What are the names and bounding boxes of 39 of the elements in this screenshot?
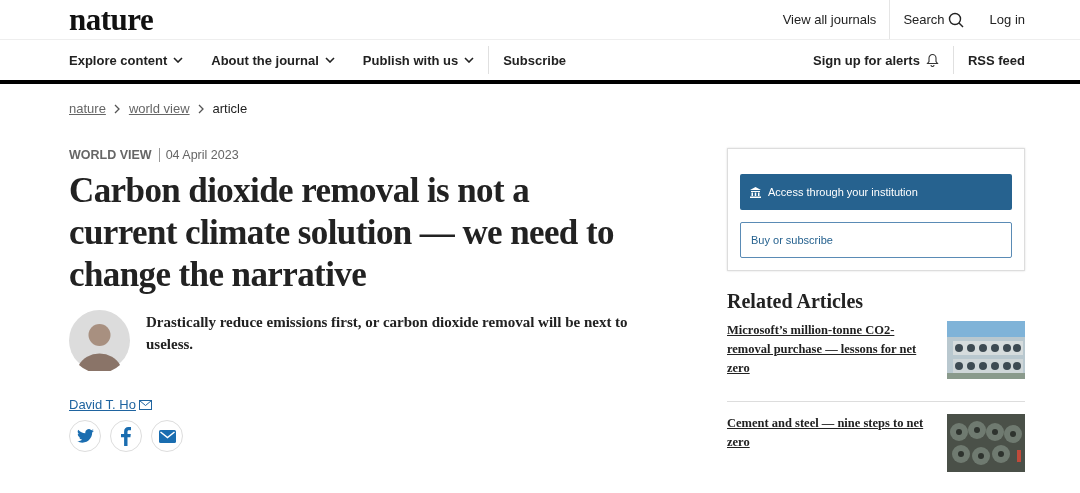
nature-logo[interactable]: nature: [69, 4, 154, 35]
nav-menu[interactable]: Publish with us: [348, 46, 489, 74]
facebook-icon: [121, 426, 131, 446]
header-link[interactable]: View all journals: [769, 0, 890, 39]
breadcrumb-link[interactable]: nature: [69, 101, 106, 116]
nav-link[interactable]: Subscribe: [489, 46, 581, 74]
chevron-down-icon: [324, 57, 335, 63]
share-button[interactable]: [151, 420, 183, 452]
nav-menu[interactable]: About the journal: [197, 46, 349, 74]
author-avatar: [69, 310, 130, 371]
share-button[interactable]: [110, 420, 142, 452]
share-button[interactable]: [69, 420, 101, 452]
header-link[interactable]: Log in: [976, 0, 1025, 39]
related-heading: Related Articles: [727, 290, 865, 313]
institution-icon: [750, 186, 761, 198]
article-standfirst: Drastically reduce emissions first, or carbon dioxide removal will be next to useless.: [146, 313, 629, 354]
search-icon: [947, 11, 964, 28]
article-date: 04 April 2023: [164, 148, 239, 162]
chevron-down-icon: [464, 57, 475, 63]
envelope-icon: [158, 429, 176, 443]
buy-subscribe-button[interactable]: Buy or subscribe: [740, 222, 1012, 258]
envelope-icon[interactable]: [138, 399, 152, 410]
search-link[interactable]: Search: [890, 0, 977, 39]
alerts-link[interactable]: Sign up for alerts: [799, 46, 953, 74]
nav-link[interactable]: RSS feed: [953, 46, 1025, 74]
chevron-down-icon: [173, 57, 184, 63]
chevron-right-icon: [113, 103, 121, 114]
bell-icon: [925, 53, 939, 67]
institution-access-button[interactable]: Access through your institution: [740, 174, 1012, 210]
author-link[interactable]: David T. Ho: [69, 397, 136, 412]
bird-icon: [76, 429, 94, 443]
related-article-link[interactable]: Microsoft’s million-tonne CO2-removal purchase — lessons for net zero: [727, 321, 937, 379]
related-article-link[interactable]: Cement and steel — nine steps to net zero: [727, 414, 937, 472]
breadcrumb-current: article: [212, 101, 248, 116]
chevron-right-icon: [197, 103, 205, 114]
breadcrumb-link[interactable]: world view: [128, 101, 190, 116]
article-title: Carbon dioxide removal is not a current climate solution — we need to change the narrative: [69, 170, 615, 296]
nav-menu[interactable]: Explore content: [69, 46, 198, 74]
article-section: WORLD VIEW: [69, 148, 160, 162]
